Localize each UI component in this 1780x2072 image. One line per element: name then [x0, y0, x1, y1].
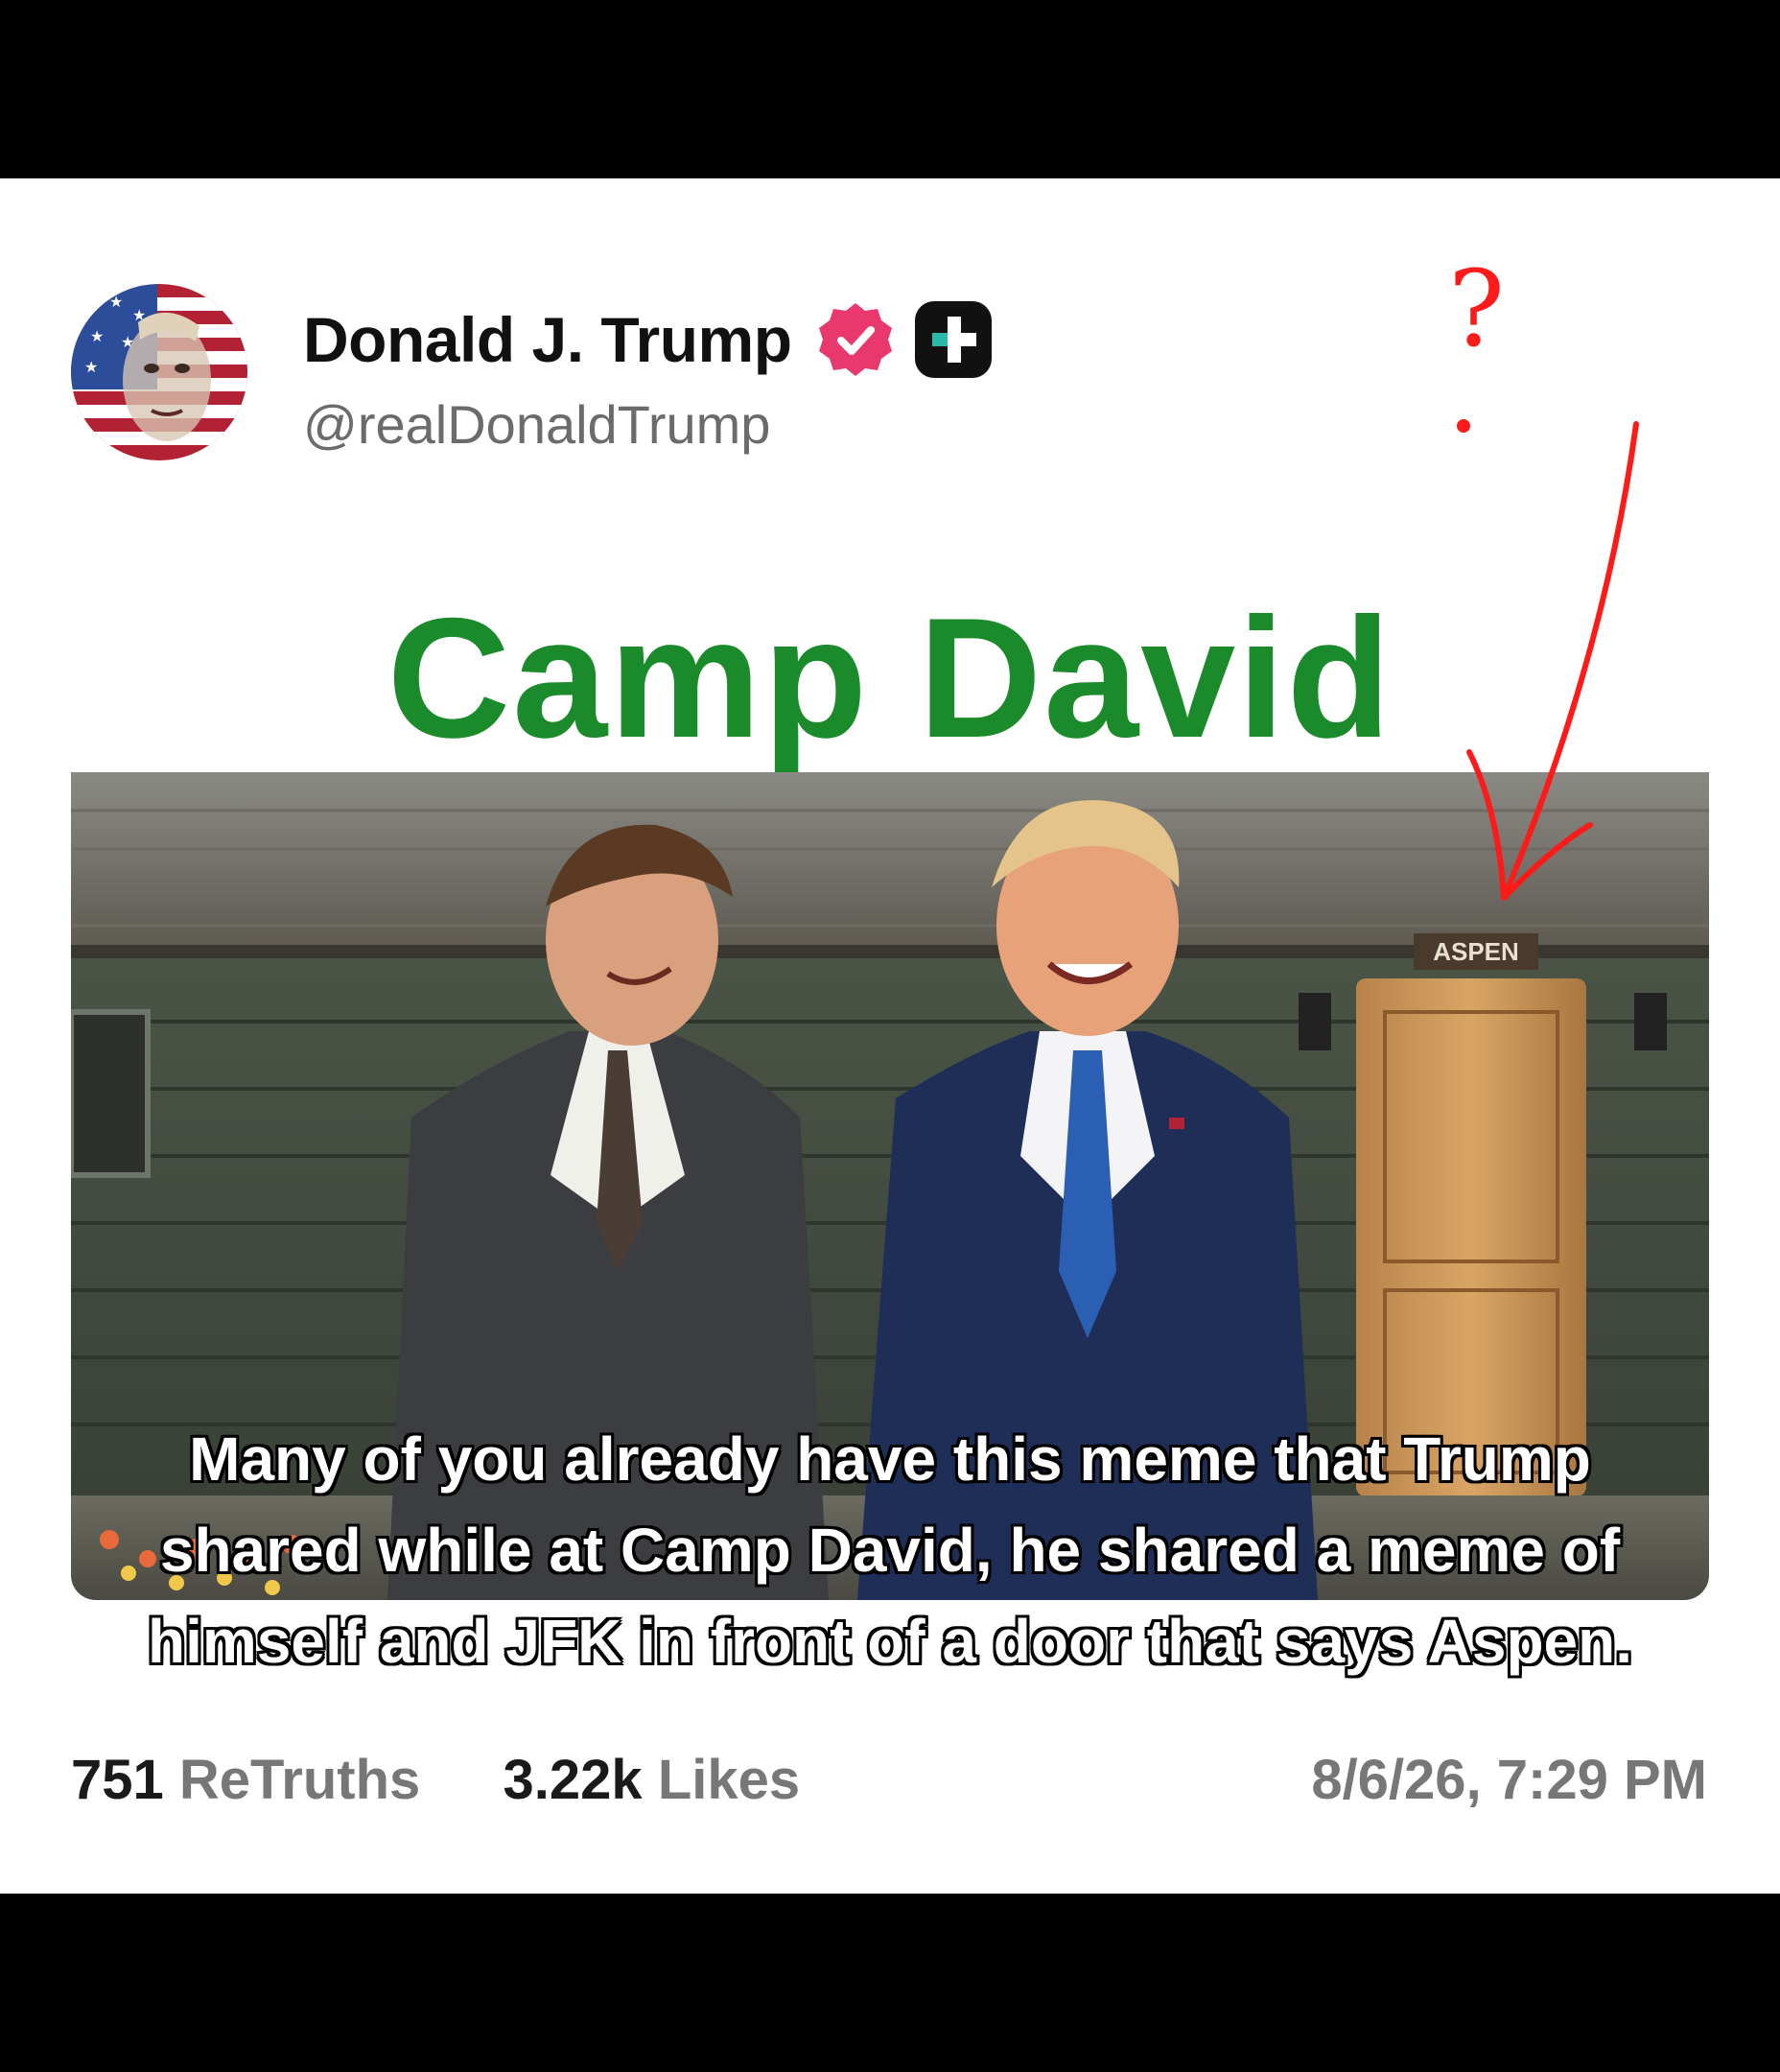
video-caption: Many of you already have this meme that … — [96, 1414, 1684, 1687]
annotation-question-mark: ? — [1448, 259, 1505, 370]
post-timestamp[interactable]: 8/6/26, 7:29 PM — [1311, 1748, 1707, 1812]
door-sign: ASPEN — [1433, 937, 1519, 966]
verified-badge-icon — [818, 303, 892, 376]
caption-line-1: Many of you already have this meme that … — [189, 1424, 1591, 1494]
author-row: Donald J. Trump — [303, 299, 994, 380]
truth-plus-icon — [914, 301, 992, 378]
likes-count: 3.22k — [503, 1749, 643, 1811]
post-stats: 751 ReTruths 3.22k Likes — [71, 1748, 800, 1812]
likes-label: Likes — [657, 1749, 801, 1811]
red-question-arrow-annotation: ? — [1448, 259, 1639, 901]
caption-line-3: himself and JFK in front of a door that … — [147, 1607, 1633, 1676]
svg-text:★: ★ — [84, 358, 98, 376]
caption-line-2: shared while at Camp David, he shared a … — [159, 1516, 1621, 1585]
likes-stat[interactable]: 3.22k Likes — [504, 1749, 801, 1811]
author-name[interactable]: Donald J. Trump — [303, 303, 792, 376]
retruths-count: 751 — [71, 1749, 164, 1811]
retruths-stat[interactable]: 751 ReTruths — [71, 1749, 420, 1811]
author-handle[interactable]: @realDonaldTrump — [303, 393, 770, 456]
svg-text:★: ★ — [90, 327, 104, 345]
avatar[interactable]: ★★★ ★★★ — [71, 284, 247, 460]
retruths-label: ReTruths — [178, 1749, 421, 1811]
avatar-flag-portrait: ★★★ ★★★ — [71, 284, 247, 460]
